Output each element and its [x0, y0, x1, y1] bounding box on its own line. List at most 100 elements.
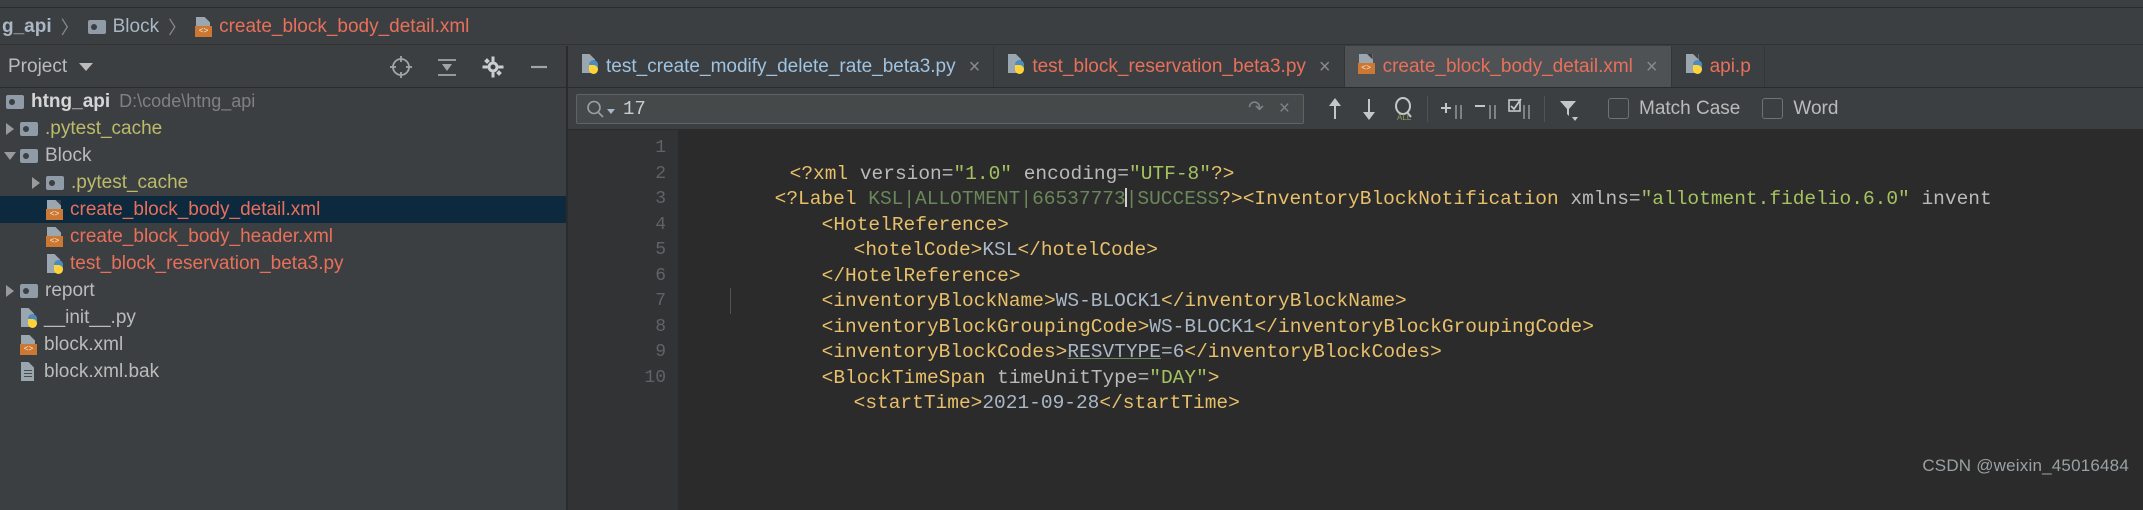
tree-node-label: Block [45, 144, 92, 166]
project-panel-header: Project [0, 46, 566, 88]
xml-file-icon: <> [195, 16, 213, 37]
chevron-down-icon[interactable] [0, 151, 20, 160]
chevron-right-icon[interactable] [0, 284, 20, 297]
tree-node-label: test_block_reservation_beta3.py [70, 252, 344, 274]
search-input[interactable]: 17 [623, 98, 1238, 120]
editor-tabs: test_create_modify_delete_rate_beta3.py … [568, 46, 2143, 88]
xml-file-icon: <> [1357, 53, 1375, 80]
xml-attr-version-value: "1.0" [953, 162, 1012, 185]
locate-icon[interactable] [388, 54, 414, 80]
xml-tag-blockcodes-open: <inventoryBlockCodes> [821, 341, 1068, 363]
tree-node-init-py[interactable]: __init__.py [0, 304, 566, 331]
xml-file-icon: <> [46, 226, 63, 247]
checkbox-box[interactable] [1762, 98, 1784, 119]
tree-node-test_block_reservation_beta3-py[interactable]: test_block_reservation_beta3.py [0, 250, 566, 277]
xml-attr-encoding: encoding= [1023, 162, 1130, 185]
breadcrumb-item-folder[interactable]: Block [86, 16, 161, 38]
collapse-all-icon[interactable] [434, 54, 460, 80]
words-checkbox[interactable]: Word [1762, 98, 1838, 120]
search-magnifier-icon[interactable] [585, 99, 605, 119]
project-panel-toolbar [388, 54, 566, 80]
xml-tag-blocktimespan-open: <BlockTimeSpan [821, 366, 998, 389]
tree-node-label: block.xml [44, 333, 124, 355]
search-history-icon[interactable]: ↷ [1243, 97, 1269, 120]
search-input-container[interactable]: 17 ↷ × [576, 93, 1304, 124]
code-content[interactable]: <?xml version="1.0" encoding="UTF-8"?> <… [678, 130, 2143, 510]
project-tree[interactable]: htng_api D:\code\htng_api .pytest_cache … [0, 88, 566, 510]
settings-gear-icon[interactable] [480, 54, 506, 80]
tab-label: api.p [1709, 55, 1751, 77]
tab-test_create_modify_delete_rate_beta3[interactable]: test_create_modify_delete_rate_beta3.py … [568, 46, 995, 87]
xml-prolog-open: <?xml [789, 162, 860, 185]
tree-node-label: .pytest_cache [45, 117, 163, 139]
ide-window: g_api 〉 Block 〉 <> create_block_body_det… [0, 0, 2143, 510]
breadcrumb-item-file[interactable]: <> create_block_body_detail.xml [193, 16, 471, 38]
xml-tag-blockcodes-close: </inventoryBlockCodes> [1184, 341, 1442, 363]
tree-node-htng_api[interactable]: htng_api D:\code\htng_api [0, 88, 566, 115]
clear-search-icon[interactable]: × [1274, 98, 1295, 120]
xml-tag-inventoryblockname-open: <inventoryBlockName> [821, 290, 1056, 312]
find-previous-icon[interactable] [1318, 92, 1352, 126]
tree-node-pytest_cache-block[interactable]: .pytest_cache [0, 169, 566, 196]
breadcrumb-item-project[interactable]: g_api [0, 16, 54, 38]
close-icon[interactable]: × [969, 57, 981, 77]
xml-label-open: <?Label [774, 188, 869, 210]
xml-text-resvtype: RESVTYPE [1067, 341, 1161, 363]
chevron-right-icon[interactable] [0, 122, 20, 135]
match-case-label: Match Case [1639, 97, 1741, 119]
tree-node-create_block_body_header-xml[interactable]: <> create_block_body_header.xml [0, 223, 566, 250]
checkbox-box[interactable] [1608, 98, 1629, 119]
xml-text-hotelcode: KSL [982, 239, 1018, 261]
chevron-down-icon[interactable] [79, 62, 94, 71]
filter-icon[interactable] [1552, 92, 1586, 126]
chevron-down-icon[interactable] [607, 109, 615, 114]
tree-node-block-xml-bak[interactable]: block.xml.bak [0, 358, 566, 385]
folder-icon [6, 94, 24, 109]
match-case-checkbox[interactable]: Match Case [1608, 98, 1740, 120]
close-icon[interactable]: × [1646, 57, 1658, 77]
find-next-icon[interactable] [1352, 92, 1386, 126]
breadcrumb: g_api 〉 Block 〉 <> create_block_body_det… [0, 9, 2143, 45]
tree-node-report[interactable]: report [0, 277, 566, 304]
python-file-icon [581, 53, 598, 80]
line-number: 7 [655, 291, 666, 311]
words-label: Word [1793, 97, 1839, 119]
xml-label-data-after: |SUCCESS [1125, 188, 1220, 210]
xml-tag-groupingcode-open: <inventoryBlockGroupingCode> [821, 315, 1150, 338]
select-all-occurrences-icon[interactable] [1503, 92, 1537, 126]
breadcrumb-file-label: create_block_body_detail.xml [219, 15, 470, 37]
tab-test_block_reservation_beta3[interactable]: test_block_reservation_beta3.py × [994, 46, 1345, 87]
line-number: 2 [568, 162, 700, 188]
tree-node-label: block.xml.bak [44, 360, 160, 382]
line-number: 6 [655, 265, 666, 286]
xml-attr-timeunittype-value: "DAY" [1149, 366, 1208, 389]
find-all-icon[interactable]: ALL [1386, 92, 1420, 126]
xml-attr-xmlns-value: "allotment.fidelio.6.0" [1640, 188, 1910, 210]
line-number: 5 [568, 238, 700, 264]
xml-file-icon: <> [20, 334, 37, 355]
tab-create_block_body_detail-xml[interactable]: <> create_block_body_detail.xml × [1344, 46, 1672, 87]
line-number: 1 [655, 138, 666, 158]
tree-node-create_block_body_detail-xml[interactable]: <> create_block_body_detail.xml [0, 196, 566, 223]
chevron-right-icon[interactable] [26, 176, 46, 189]
folder-icon [87, 19, 106, 34]
xml-label-close: ?> [1219, 188, 1243, 210]
hide-panel-icon[interactable] [526, 54, 552, 80]
plain-file-icon [20, 361, 37, 382]
tab-api-py[interactable]: api.p [1672, 46, 1765, 87]
line-number: 8 [655, 316, 666, 337]
code-editor[interactable]: 1 2 3 4 5 6 7 8 9 10 <?xml version="1.0"… [568, 130, 2143, 510]
tree-node-Block[interactable]: Block [0, 142, 566, 169]
tree-node-block-xml[interactable]: <> block.xml [0, 331, 566, 358]
line-number: 3 [568, 187, 700, 213]
xml-attr-encoding-value: "UTF-8" [1129, 162, 1211, 185]
close-icon[interactable]: × [1319, 57, 1331, 77]
line-number-gutter: 1 2 3 4 5 6 7 8 9 10 [568, 130, 700, 510]
tree-node-pytest_cache-root[interactable]: .pytest_cache [0, 115, 566, 142]
xml-tag-hotelcode-close: </hotelCode> [1017, 239, 1158, 261]
add-selection-icon[interactable] [1435, 92, 1469, 126]
remove-selection-icon[interactable] [1469, 92, 1503, 126]
xml-attr-next: invent [1909, 188, 1992, 210]
xml-tag-blocktimespan-close: > [1207, 366, 1220, 389]
